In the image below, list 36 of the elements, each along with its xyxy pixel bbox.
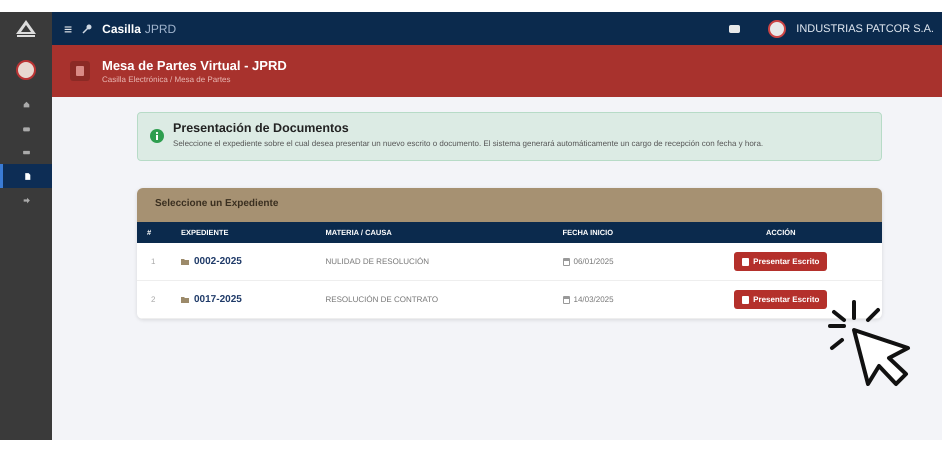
- folder-icon: [181, 258, 189, 264]
- document-icon: [742, 296, 750, 304]
- document-icon: [23, 172, 32, 180]
- user-avatar[interactable]: [16, 60, 36, 80]
- card-title: Seleccione un Expediente: [137, 188, 882, 222]
- case-number[interactable]: 0017-2025: [194, 294, 242, 305]
- home-icon: [22, 100, 30, 108]
- breadcrumb: Casilla Electrónica / Mesa de Partes: [102, 75, 232, 84]
- submit-button[interactable]: Presentar Escrito: [734, 252, 828, 271]
- table-cell: 1: [137, 243, 171, 280]
- logout-icon: [22, 196, 30, 204]
- alert-text: Seleccione el expediente sobre el cual desea presentar un nuevo escrito o documento. El sistema generará automáticamente un cargo de recepción con fecha y hora.: [173, 138, 764, 150]
- table-cell: 14/03/2025: [574, 295, 614, 304]
- table-cell: 2: [137, 280, 171, 318]
- user-name[interactable]: INDUSTRIAS PATCOR S.A.: [796, 22, 934, 34]
- case-number[interactable]: 0002-2025: [194, 256, 242, 267]
- inbox-icon[interactable]: [729, 24, 740, 32]
- document-icon: [742, 258, 750, 266]
- menu-button[interactable]: ≡: [64, 20, 72, 36]
- calendar-icon: [562, 258, 570, 266]
- user-avatar[interactable]: [768, 20, 786, 38]
- info-icon: [150, 128, 164, 142]
- document-icon: [70, 61, 90, 81]
- key-icon: [82, 24, 92, 34]
- page-title: Mesa de Partes Virtual - JPRD: [102, 58, 287, 73]
- sidebar-item[interactable]: [0, 164, 52, 188]
- submit-button[interactable]: Presentar Escrito: [734, 290, 828, 309]
- app-subtitle: JPRD: [144, 22, 176, 36]
- app-title: Casilla: [102, 22, 141, 36]
- table-cell: RESOLUCIÓN DE CONTRATO: [315, 280, 553, 318]
- table-cell: 06/01/2025: [574, 257, 614, 266]
- table-cell: NULIDAD DE RESOLUCIÓN: [315, 243, 553, 280]
- alert-title: Presentación de Documentos: [173, 121, 350, 135]
- logo-icon: [15, 18, 37, 38]
- calendar-icon: [562, 296, 570, 304]
- folder-icon: [181, 296, 189, 302]
